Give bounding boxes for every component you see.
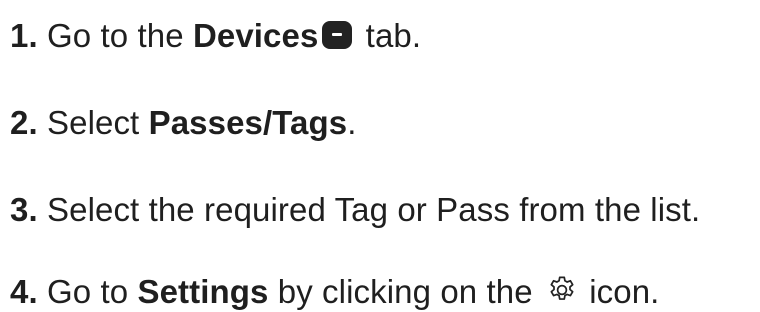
step-number: 1.: [10, 17, 38, 54]
step-text: icon.: [579, 273, 660, 310]
step-text: Go to the: [37, 17, 193, 54]
devices-tab-icon: [322, 21, 353, 49]
step-number: 2.: [10, 104, 38, 141]
step-text: .: [347, 104, 357, 141]
step-text: Select the required Tag or Pass from the…: [37, 191, 701, 228]
gear-icon: [550, 276, 574, 300]
step-number: 4.: [10, 273, 38, 310]
step-number: 3.: [10, 191, 38, 228]
step-2: 2. Select Passes/Tags.: [10, 103, 357, 143]
step-text: by clicking on the: [268, 273, 542, 310]
settings-label: Settings: [137, 273, 269, 310]
step-4: 4. Go to Settings by clicking on the ico…: [10, 272, 659, 312]
step-text: tab.: [356, 17, 422, 54]
instruction-steps: 1. Go to the Devices tab. 2. Select Pass…: [0, 0, 760, 312]
step-text: Select: [37, 104, 149, 141]
step-3: 3. Select the required Tag or Pass from …: [10, 190, 700, 230]
step-text: Go to: [37, 273, 138, 310]
step-1: 1. Go to the Devices tab.: [10, 16, 421, 56]
devices-tab-label: Devices: [192, 17, 319, 54]
passes-tags-label: Passes/Tags: [148, 104, 348, 141]
